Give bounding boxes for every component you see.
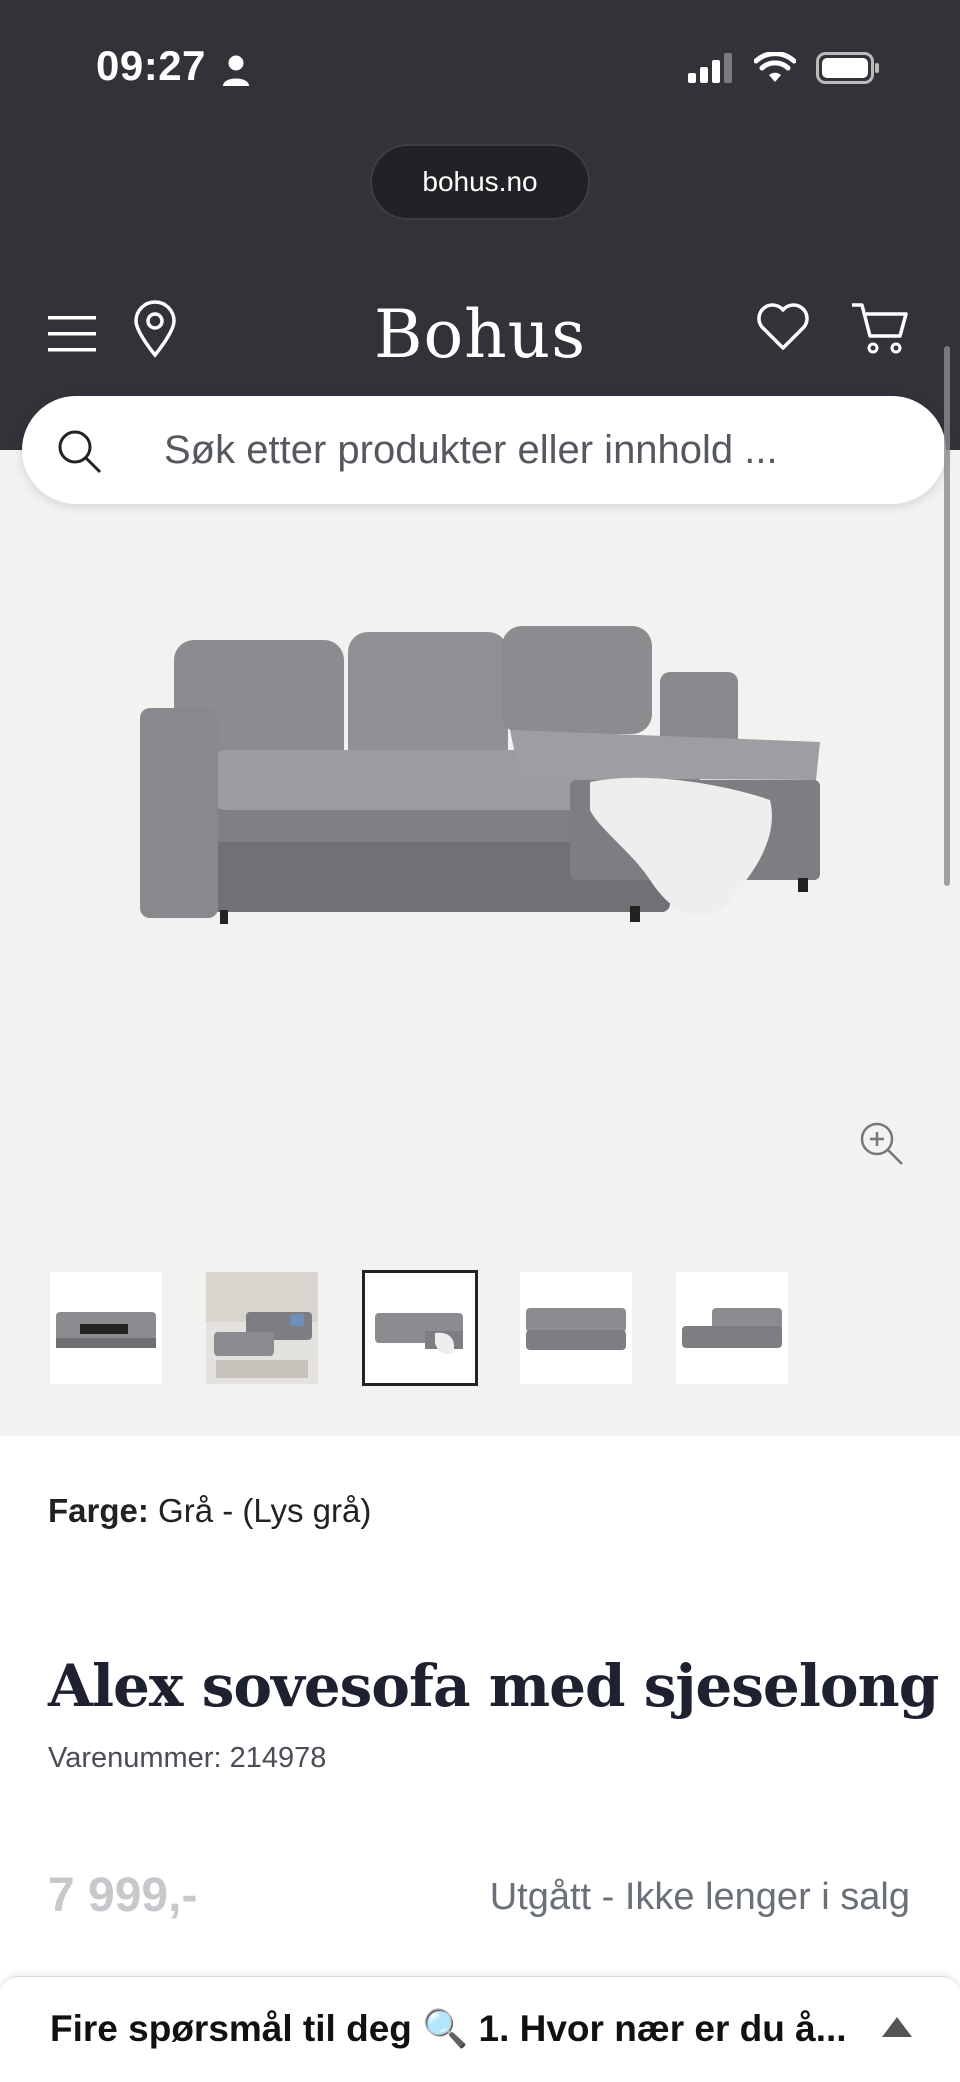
search-icon[interactable] [56,428,102,474]
cart-icon[interactable] [850,300,910,356]
battery-icon [816,52,879,84]
product-title: Alex sovesofa med sjeselong [48,1652,939,1720]
wifi-icon [754,52,796,82]
search-input[interactable]: Søk etter produkter eller innhold ... [164,396,778,504]
thumbnail-3[interactable] [362,1270,478,1386]
user-icon [223,55,249,86]
thumbnail-5[interactable] [676,1272,788,1384]
status-bar: 09:27 [0,0,960,140]
color-value: Grå - (Lys grå) [158,1492,372,1529]
chat-prompt-bar[interactable]: Fire spørsmål til deg 🔍 1. Hvor nær er d… [0,1976,960,2082]
thumbnail-image [56,1312,156,1348]
thumbnail-1[interactable] [50,1272,162,1384]
thumbnail-2[interactable] [206,1272,318,1384]
brand-logo[interactable]: Bohus [0,296,960,373]
search-bar[interactable]: Søk etter produkter eller innhold ... [22,396,946,504]
color-label: Farge: [48,1492,149,1529]
signal-icon [688,53,732,83]
product-gallery [0,450,960,1436]
browser-url-row: bohus.no [0,140,960,280]
product-price: 7 999,- [48,1869,198,1922]
scrollbar[interactable] [944,346,950,886]
chat-prompt-text[interactable]: Fire spørsmål til deg 🔍 1. Hvor nær er d… [50,1991,847,2067]
color-info: Farge: Grå - (Lys grå) [48,1492,371,1530]
status-time: 09:27 [96,42,206,89]
product-sku: Varenummer: 214978 [48,1742,327,1774]
thumbnail-image [206,1272,318,1378]
url-bar[interactable]: bohus.no [370,144,590,220]
availability-status: Utgått - Ikke lenger i salg [489,1876,910,1918]
thumbnail-image [682,1308,782,1348]
thumbnail-image [526,1308,626,1350]
thumbnail-image [375,1313,463,1355]
product-image[interactable] [130,610,830,930]
thumbnail-4[interactable] [520,1272,632,1384]
status-icons [688,52,880,84]
chevron-up-icon[interactable] [880,2015,914,2039]
zoom-in-icon[interactable] [858,1120,904,1166]
heart-icon[interactable] [756,302,810,352]
